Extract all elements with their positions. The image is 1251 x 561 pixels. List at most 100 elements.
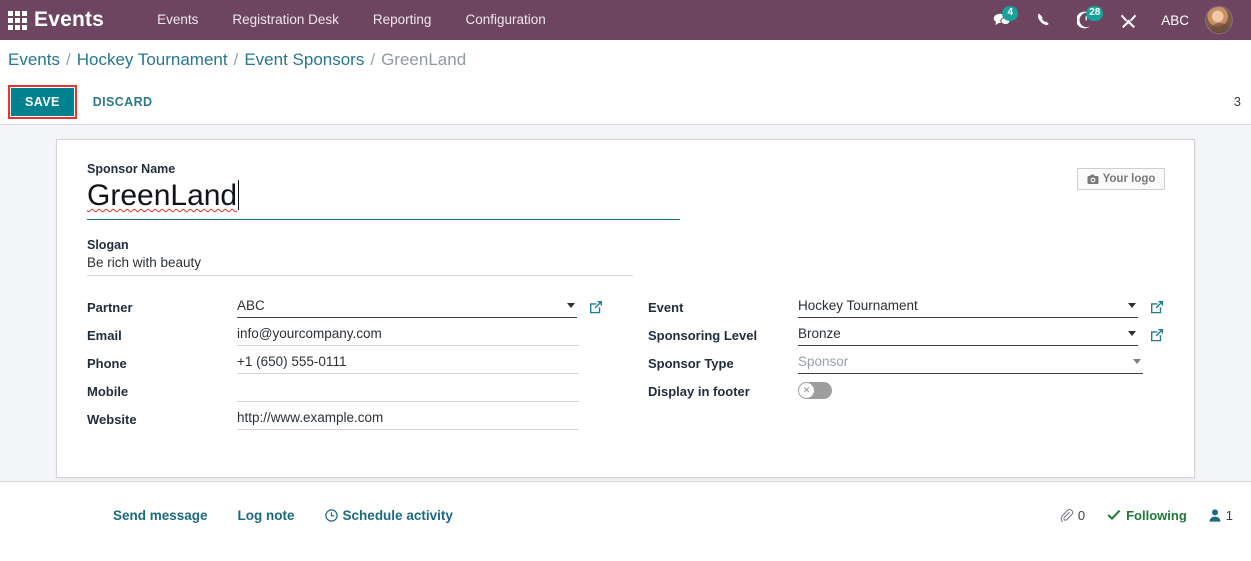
following-button[interactable]: Following	[1107, 508, 1187, 523]
breadcrumb-separator: /	[233, 49, 239, 69]
field-row-website: Website http://www.example.com	[87, 408, 603, 436]
app-brand-title[interactable]: Events	[34, 8, 104, 32]
partner-control: ABC	[237, 296, 603, 318]
breadcrumb-separator: /	[370, 49, 376, 69]
breadcrumb-item-hockey-tournament[interactable]: Hockey Tournament	[77, 50, 228, 70]
field-row-mobile: Mobile	[87, 380, 603, 408]
partner-input[interactable]: ABC	[237, 296, 577, 318]
event-input[interactable]: Hockey Tournament	[798, 296, 1138, 318]
toggle-knob-off-icon: ✕	[799, 383, 814, 398]
field-row-event: Event Hockey Tournament	[648, 296, 1164, 324]
chevron-down-icon[interactable]	[1133, 359, 1141, 364]
developer-tools-button[interactable]	[1109, 0, 1147, 40]
save-button[interactable]: SAVE	[11, 87, 74, 116]
apps-menu-icon[interactable]	[0, 0, 34, 40]
attachments-button[interactable]: 0	[1060, 508, 1085, 523]
discard-button[interactable]: DISCARD	[87, 88, 159, 116]
display-in-footer-toggle[interactable]: ✕	[798, 382, 832, 399]
person-icon	[1209, 508, 1221, 522]
sponsoring-level-value: Bronze	[798, 326, 841, 341]
activities-button[interactable]: 28	[1067, 0, 1105, 40]
avatar[interactable]	[1205, 6, 1233, 34]
text-cursor	[238, 180, 240, 210]
company-name[interactable]: ABC	[1151, 13, 1201, 28]
phone-button[interactable]	[1025, 0, 1063, 40]
field-row-partner: Partner ABC	[87, 296, 603, 324]
event-label: Event	[648, 300, 684, 315]
form-sheet: Your logo Sponsor Name GreenLand Slogan …	[56, 139, 1195, 478]
breadcrumb-item-current: GreenLand	[381, 49, 467, 69]
systray: 4 28 ABC	[983, 0, 1241, 40]
field-row-email: Email info@yourcompany.com	[87, 324, 603, 352]
phone-label: Phone	[87, 356, 127, 371]
display-in-footer-label: Display in footer	[648, 384, 750, 399]
field-row-sponsoring-level: Sponsoring Level Bronze	[648, 324, 1164, 352]
menu-item-registration-desk[interactable]: Registration Desk	[215, 0, 356, 40]
messages-button[interactable]: 4	[983, 0, 1021, 40]
apps-grid-icon	[7, 10, 27, 30]
mobile-label: Mobile	[87, 384, 129, 399]
menu-item-reporting[interactable]: Reporting	[356, 0, 449, 40]
mobile-field[interactable]	[237, 380, 579, 402]
breadcrumb-separator: /	[65, 49, 71, 69]
form-background: Your logo Sponsor Name GreenLand Slogan …	[0, 125, 1251, 481]
chevron-down-icon[interactable]	[1128, 331, 1136, 336]
event-external-link-icon[interactable]	[1150, 300, 1164, 314]
sponsor-type-input[interactable]: Sponsor	[798, 352, 1143, 374]
attachments-count: 0	[1077, 507, 1086, 523]
followers-count: 1	[1225, 507, 1233, 523]
save-button-highlight: SAVE	[8, 84, 77, 119]
sponsor-type-control: Sponsor	[798, 352, 1164, 374]
event-control: Hockey Tournament	[798, 296, 1164, 318]
record-pager[interactable]: 3	[1234, 94, 1243, 109]
form-column-right: Event Hockey Tournament Sponsoring Level…	[648, 296, 1164, 436]
slogan-input[interactable]: Be rich with beauty	[87, 255, 201, 270]
sponsor-name-field[interactable]: GreenLand	[87, 177, 680, 220]
form-columns: Partner ABC Email info@yourcompany.com P…	[87, 296, 1164, 436]
log-note-label: Log note	[237, 507, 295, 523]
chevron-down-icon[interactable]	[1128, 303, 1136, 308]
sponsoring-level-input[interactable]: Bronze	[798, 324, 1138, 346]
email-field[interactable]: info@yourcompany.com	[237, 324, 579, 346]
following-label: Following	[1126, 507, 1187, 523]
partner-label: Partner	[87, 300, 133, 315]
chatter-bar: Send message Log note Schedule activity …	[0, 481, 1251, 548]
sponsor-type-label: Sponsor Type	[648, 356, 734, 371]
logo-upload-button[interactable]: Your logo	[1077, 168, 1165, 190]
breadcrumb: Events / Hockey Tournament / Event Spons…	[0, 40, 1251, 79]
send-message-label: Send message	[113, 507, 208, 523]
phone-icon	[1038, 13, 1049, 25]
log-note-button[interactable]: Log note	[238, 508, 295, 523]
email-control: info@yourcompany.com	[237, 324, 603, 346]
control-panel: SAVE DISCARD 3	[0, 79, 1251, 125]
sponsoring-level-label: Sponsoring Level	[648, 328, 758, 343]
sponsoring-level-external-link-icon[interactable]	[1150, 328, 1164, 342]
slogan-field[interactable]: Be rich with beauty	[87, 254, 633, 276]
sponsor-name-input[interactable]: GreenLand	[87, 177, 237, 217]
check-icon	[1107, 509, 1121, 521]
email-label: Email	[87, 328, 122, 343]
menu-item-events[interactable]: Events	[140, 0, 215, 40]
clock-icon	[324, 508, 338, 522]
send-message-button[interactable]: Send message	[113, 508, 208, 523]
website-field[interactable]: http://www.example.com	[237, 408, 579, 430]
activities-badge: 28	[1086, 6, 1104, 21]
sponsor-type-value: Sponsor	[798, 354, 849, 369]
sponsoring-level-control: Bronze	[798, 324, 1164, 346]
field-row-sponsor-type: Sponsor Type Sponsor	[648, 352, 1164, 380]
field-row-phone: Phone +1 (650) 555-0111	[87, 352, 603, 380]
slogan-label: Slogan	[87, 238, 129, 252]
partner-value: ABC	[237, 298, 265, 313]
partner-external-link-icon[interactable]	[589, 300, 603, 314]
logo-placeholder-label: Your logo	[1102, 173, 1156, 185]
schedule-activity-button[interactable]: Schedule activity	[324, 508, 453, 523]
menu-item-configuration[interactable]: Configuration	[448, 0, 562, 40]
top-navigation-bar: Events Events Registration Desk Reportin…	[0, 0, 1251, 40]
phone-field[interactable]: +1 (650) 555-0111	[237, 352, 579, 374]
messages-badge: 4	[1002, 6, 1019, 21]
chevron-down-icon[interactable]	[567, 303, 575, 308]
breadcrumb-item-events[interactable]: Events	[8, 50, 60, 70]
breadcrumb-item-event-sponsors[interactable]: Event Sponsors	[244, 50, 364, 70]
website-label: Website	[87, 412, 137, 427]
followers-button[interactable]: 1	[1209, 508, 1233, 523]
